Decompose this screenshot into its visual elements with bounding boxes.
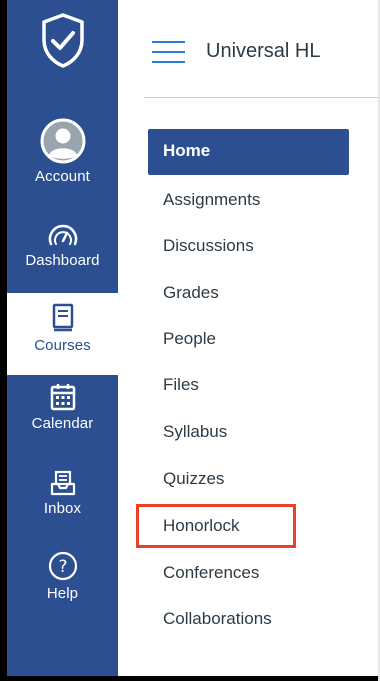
global-navigation: Account Dashboard Courses Calendar Inbox… xyxy=(7,0,118,676)
course-nav-quizzes[interactable]: Quizzes xyxy=(163,469,224,489)
global-nav-help-label: Help xyxy=(46,585,79,602)
course-nav-collaborations[interactable]: Collaborations xyxy=(163,609,272,629)
course-nav-home[interactable]: Home xyxy=(148,129,349,175)
course-nav-people[interactable]: People xyxy=(163,329,216,349)
course-nav-conferences[interactable]: Conferences xyxy=(163,563,259,583)
global-nav-dashboard[interactable]: Dashboard xyxy=(7,222,118,302)
courses-book-icon xyxy=(52,303,74,333)
global-nav-inbox-label: Inbox xyxy=(43,500,82,517)
global-nav-account[interactable]: Account xyxy=(7,118,118,198)
global-nav-courses-label: Courses xyxy=(34,337,91,354)
global-nav-calendar[interactable]: Calendar xyxy=(7,383,118,463)
course-nav-grades[interactable]: Grades xyxy=(163,283,219,303)
screenshot-border-left xyxy=(0,0,7,681)
global-nav-account-label: Account xyxy=(35,168,90,185)
course-nav-syllabus[interactable]: Syllabus xyxy=(163,422,227,442)
global-nav-dashboard-label: Dashboard xyxy=(25,252,100,269)
inbox-icon xyxy=(50,470,76,496)
course-nav-files[interactable]: Files xyxy=(163,375,199,395)
hamburger-menu-icon[interactable] xyxy=(152,41,185,65)
global-nav-calendar-label: Calendar xyxy=(31,415,94,432)
calendar-icon xyxy=(50,383,76,411)
shield-logo-icon[interactable] xyxy=(7,12,118,102)
global-nav-inbox[interactable]: Inbox xyxy=(7,470,118,550)
dashboard-gauge-icon xyxy=(47,222,79,248)
course-title[interactable]: Universal HL xyxy=(206,40,320,63)
course-nav-home-label: Home xyxy=(163,141,211,160)
course-nav-discussions[interactable]: Discussions xyxy=(163,236,254,256)
svg-text:?: ? xyxy=(58,557,67,577)
global-nav-help[interactable]: ? Help xyxy=(7,551,118,631)
header-divider xyxy=(144,97,378,98)
account-avatar-icon xyxy=(40,118,86,164)
course-nav-assignments[interactable]: Assignments xyxy=(163,190,260,210)
help-question-icon: ? xyxy=(48,551,78,581)
global-nav-courses[interactable]: Courses xyxy=(7,293,118,375)
course-header: Universal HL xyxy=(118,0,378,98)
screenshot-border-bottom xyxy=(0,676,380,681)
course-nav-honorlock[interactable]: Honorlock xyxy=(163,516,240,536)
